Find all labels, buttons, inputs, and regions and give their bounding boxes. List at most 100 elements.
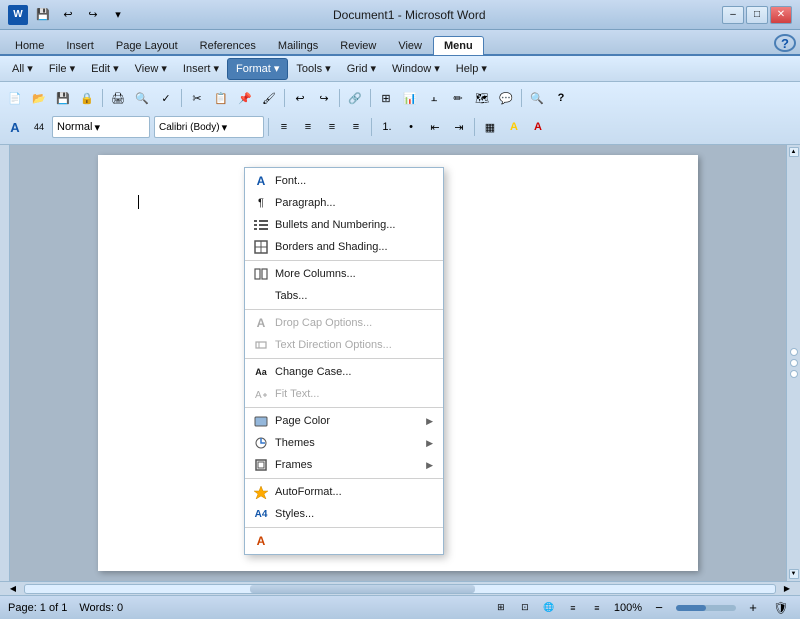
font-size-btn[interactable]: 44 — [28, 116, 50, 138]
hyperlink-btn[interactable]: 🔗 — [344, 87, 366, 109]
menu-item-tabs[interactable]: Tabs... — [245, 285, 443, 307]
show-markup-btn[interactable]: 💬 — [495, 87, 517, 109]
quick-custom-btn[interactable]: ▾ — [107, 6, 129, 24]
outline-btn[interactable]: ≡ — [562, 600, 584, 616]
numbering-btn[interactable]: 1. — [376, 116, 398, 138]
menu-item-bullets[interactable]: Bullets and Numbering... — [245, 214, 443, 236]
indent-btn[interactable]: ⇥ — [448, 116, 470, 138]
tab-mailings[interactable]: Mailings — [267, 36, 329, 55]
menu-item-font[interactable]: A Font... — [245, 170, 443, 192]
menu-edit[interactable]: Edit ▾ — [83, 58, 127, 80]
menu-file[interactable]: File ▾ — [41, 58, 83, 80]
menu-item-themes[interactable]: Themes ▶ — [245, 432, 443, 454]
highlight-btn[interactable]: A — [503, 116, 525, 138]
help-q-btn[interactable]: ? — [550, 87, 572, 109]
print-btn[interactable]: 🖨 — [107, 87, 129, 109]
table-btn[interactable]: ⊞ — [375, 87, 397, 109]
tab-home[interactable]: Home — [4, 36, 55, 55]
quick-save-btn[interactable]: 💾 — [32, 6, 54, 24]
menu-tools[interactable]: Tools ▾ — [288, 58, 338, 80]
horizontal-scrollbar: ◀ ▶ — [0, 581, 800, 595]
permission-btn[interactable]: 🔒 — [76, 87, 98, 109]
columns-label: More Columns... — [275, 268, 433, 280]
dropcap-icon: A — [253, 315, 269, 331]
copy-btn[interactable]: 📋 — [210, 87, 232, 109]
align-left-btn[interactable]: ≡ — [273, 116, 295, 138]
web-layout-btn[interactable]: 🌐 — [538, 600, 560, 616]
tab-view[interactable]: View — [387, 36, 433, 55]
pagecolor-arrow: ▶ — [426, 416, 433, 427]
menu-item-borders[interactable]: Borders and Shading... — [245, 236, 443, 258]
tab-review[interactable]: Review — [329, 36, 387, 55]
redo-btn[interactable]: ↪ — [313, 87, 335, 109]
menu-all[interactable]: All ▾ — [4, 58, 41, 80]
menu-grid[interactable]: Grid ▾ — [339, 58, 384, 80]
sep5 — [370, 89, 371, 107]
menu-window[interactable]: Window ▾ — [384, 58, 448, 80]
scroll-thumb[interactable] — [250, 585, 475, 593]
window-title: Document1 - Microsoft Word — [333, 8, 486, 22]
tab-insert[interactable]: Insert — [55, 36, 105, 55]
help-btn[interactable]: ? — [774, 34, 796, 52]
save-btn[interactable]: 💾 — [52, 87, 74, 109]
font-dropdown[interactable]: Calibri (Body) ▾ — [154, 116, 264, 138]
maximize-btn[interactable]: □ — [746, 6, 768, 24]
minimize-btn[interactable]: – — [722, 6, 744, 24]
bullets-btn[interactable]: • — [400, 116, 422, 138]
menu-item-changecase[interactable]: Aa Change Case... — [245, 361, 443, 383]
columns-btn[interactable]: ⫠ — [423, 87, 445, 109]
drawing-btn[interactable]: ✏ — [447, 87, 469, 109]
menu-format[interactable]: Format ▾ — [227, 58, 288, 80]
ribbon-tabs: Home Insert Page Layout References Maili… — [0, 30, 800, 56]
paste-btn[interactable]: 📌 — [234, 87, 256, 109]
menu-item-pagecolor[interactable]: Page Color ▶ — [245, 410, 443, 432]
menu-help[interactable]: Help ▾ — [448, 58, 495, 80]
spellcheck-btn[interactable]: ✓ — [155, 87, 177, 109]
excel-btn[interactable]: 📊 — [399, 87, 421, 109]
sep-1 — [245, 260, 443, 261]
tab-references[interactable]: References — [189, 36, 267, 55]
style-dropdown[interactable]: Normal ▾ — [52, 116, 150, 138]
cut-btn[interactable]: ✂ — [186, 87, 208, 109]
scroll-left-btn[interactable]: ◀ — [2, 583, 24, 595]
quick-undo-btn[interactable]: ↩ — [57, 6, 79, 24]
toolbar-row-1: 📄 📂 💾 🔒 🖨 🔍 ✓ ✂ 📋 📌 🖌 ↩ ↪ 🔗 ⊞ 📊 ⫠ ✏ 🗺 💬 … — [4, 84, 796, 112]
tab-page-layout[interactable]: Page Layout — [105, 36, 189, 55]
menu-item-columns[interactable]: More Columns... — [245, 263, 443, 285]
print-layout-btn[interactable]: ⊞ — [490, 600, 512, 616]
quick-redo-btn[interactable]: ↪ — [82, 6, 104, 24]
outdent-btn[interactable]: ⇤ — [424, 116, 446, 138]
zoom-100-btn[interactable]: 🔍 — [526, 87, 548, 109]
new-btn[interactable]: 📄 — [4, 87, 26, 109]
menu-insert[interactable]: Insert ▾ — [175, 58, 227, 80]
scroll-up-btn[interactable]: ▲ — [789, 147, 799, 157]
close-btn[interactable]: ✕ — [770, 6, 792, 24]
menu-item-reveal[interactable]: A — [245, 530, 443, 552]
full-screen-btn[interactable]: ⊡ — [514, 600, 536, 616]
justify-btn[interactable]: ≡ — [345, 116, 367, 138]
draft-btn[interactable]: ≡ — [586, 600, 608, 616]
font-color-btn[interactable]: A — [4, 116, 26, 138]
sep8 — [371, 118, 372, 136]
align-right-btn[interactable]: ≡ — [321, 116, 343, 138]
menu-item-paragraph[interactable]: ¶ Paragraph... — [245, 192, 443, 214]
undo-btn[interactable]: ↩ — [289, 87, 311, 109]
sep4 — [339, 89, 340, 107]
doc-map-btn[interactable]: 🗺 — [471, 87, 493, 109]
preview-btn[interactable]: 🔍 — [131, 87, 153, 109]
scroll-track[interactable] — [24, 584, 776, 594]
zoom-slider[interactable] — [676, 605, 736, 611]
menu-item-autoformat[interactable]: AutoFormat... — [245, 481, 443, 503]
outside-border-btn[interactable]: ▦ — [479, 116, 501, 138]
font-color-btn2[interactable]: A — [527, 116, 549, 138]
scroll-down-btn[interactable]: ▼ — [789, 569, 799, 579]
menu-item-styles[interactable]: A4 Styles... — [245, 503, 443, 525]
pagecolor-icon — [253, 413, 269, 429]
menu-item-frames[interactable]: Frames ▶ — [245, 454, 443, 476]
menu-view[interactable]: View ▾ — [127, 58, 175, 80]
open-btn[interactable]: 📂 — [28, 87, 50, 109]
formatpaint-btn[interactable]: 🖌 — [258, 87, 280, 109]
scroll-right-btn[interactable]: ▶ — [776, 583, 798, 595]
align-center-btn[interactable]: ≡ — [297, 116, 319, 138]
tab-menu[interactable]: Menu — [433, 36, 484, 55]
